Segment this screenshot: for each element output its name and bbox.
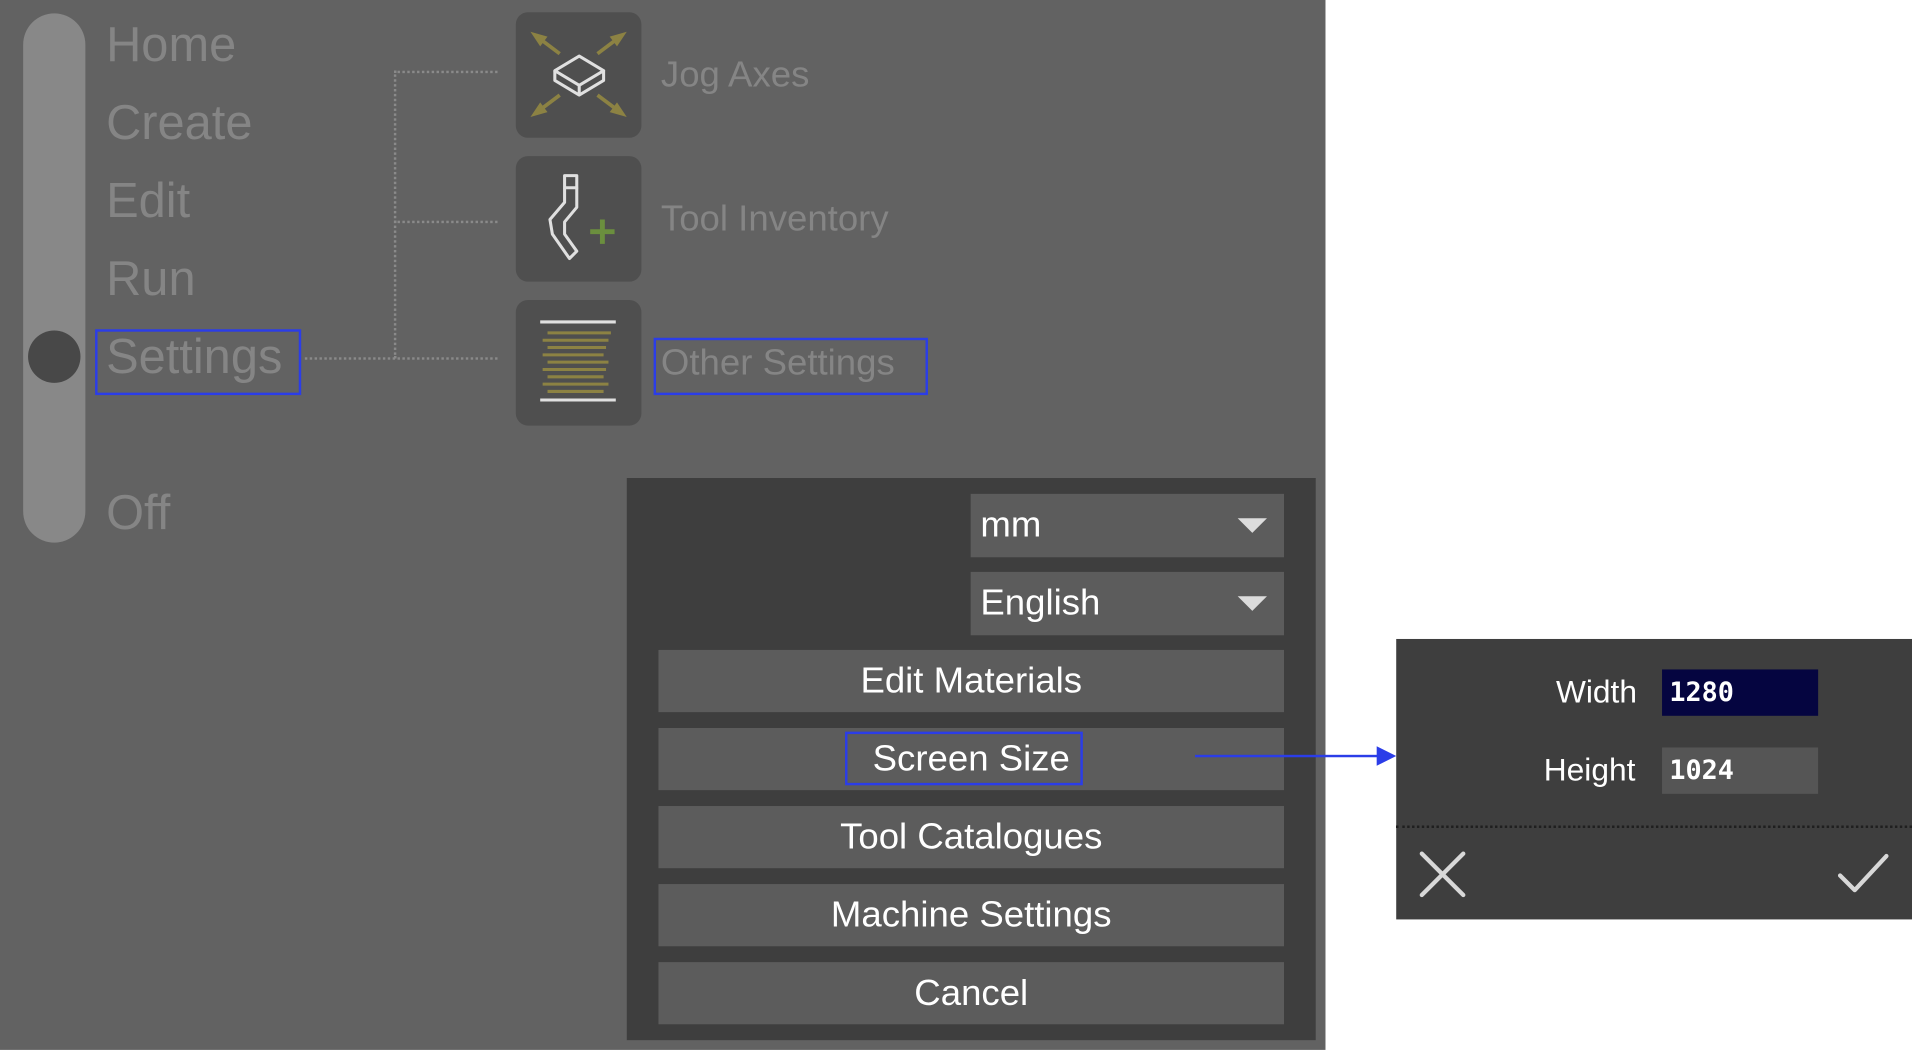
- panel-divider: [1396, 825, 1912, 828]
- close-icon[interactable]: [1415, 846, 1471, 902]
- dropdown-arrow-icon: [1237, 596, 1267, 611]
- width-input[interactable]: [1662, 669, 1819, 716]
- tool-inventory-label[interactable]: Tool Inventory: [661, 198, 889, 242]
- language-select[interactable]: English: [970, 571, 1285, 636]
- checkmark-icon[interactable]: [1835, 846, 1891, 902]
- tool-catalogues-button[interactable]: Tool Catalogues: [658, 806, 1285, 869]
- nav-item-off[interactable]: Off: [106, 484, 170, 543]
- language-label: Language :: [1367, 581, 1552, 622]
- jog-axes-icon: [530, 31, 627, 118]
- unit-label: Unit :: [1465, 503, 1552, 544]
- other-settings-tile[interactable]: [515, 299, 642, 426]
- nav-item-home[interactable]: Home: [106, 16, 236, 75]
- jog-axes-tile[interactable]: [515, 12, 642, 138]
- height-input[interactable]: [1662, 747, 1819, 794]
- nav-item-run[interactable]: Run: [106, 250, 195, 309]
- unit-select[interactable]: mm: [970, 493, 1285, 558]
- nav-item-settings[interactable]: Settings: [106, 328, 282, 387]
- arrow-right-icon: [1376, 746, 1397, 766]
- edit-materials-button[interactable]: Edit Materials: [658, 649, 1285, 713]
- machine-settings-button[interactable]: Machine Settings: [658, 884, 1285, 947]
- dropdown-arrow-icon: [1237, 518, 1267, 533]
- nav-slider-track[interactable]: [23, 13, 86, 543]
- callout-arrow-line: [1195, 754, 1378, 758]
- screenshot-stage: Home Create Edit Run Settings Off Jog Ax…: [0, 0, 1912, 1050]
- jog-axes-label[interactable]: Jog Axes: [661, 54, 809, 98]
- nav-slider-thumb[interactable]: [28, 330, 81, 383]
- connector-line: [393, 70, 397, 359]
- cancel-button[interactable]: Cancel: [658, 962, 1285, 1025]
- connector-line: [304, 357, 498, 360]
- width-label: Width: [1555, 673, 1638, 710]
- tool-inventory-icon: [548, 174, 615, 261]
- nav-item-edit[interactable]: Edit: [106, 172, 190, 231]
- other-settings-label[interactable]: Other Settings: [661, 341, 895, 385]
- height-label: Height: [1543, 751, 1636, 788]
- unit-select-value: mm: [980, 504, 1042, 546]
- connector-line: [393, 70, 498, 74]
- other-settings-icon: [540, 320, 616, 402]
- connector-line: [393, 220, 498, 224]
- language-select-value: English: [980, 582, 1101, 624]
- tool-inventory-tile[interactable]: [515, 156, 642, 282]
- screen-size-button[interactable]: Screen Size: [658, 727, 1285, 791]
- nav-item-create[interactable]: Create: [106, 94, 252, 153]
